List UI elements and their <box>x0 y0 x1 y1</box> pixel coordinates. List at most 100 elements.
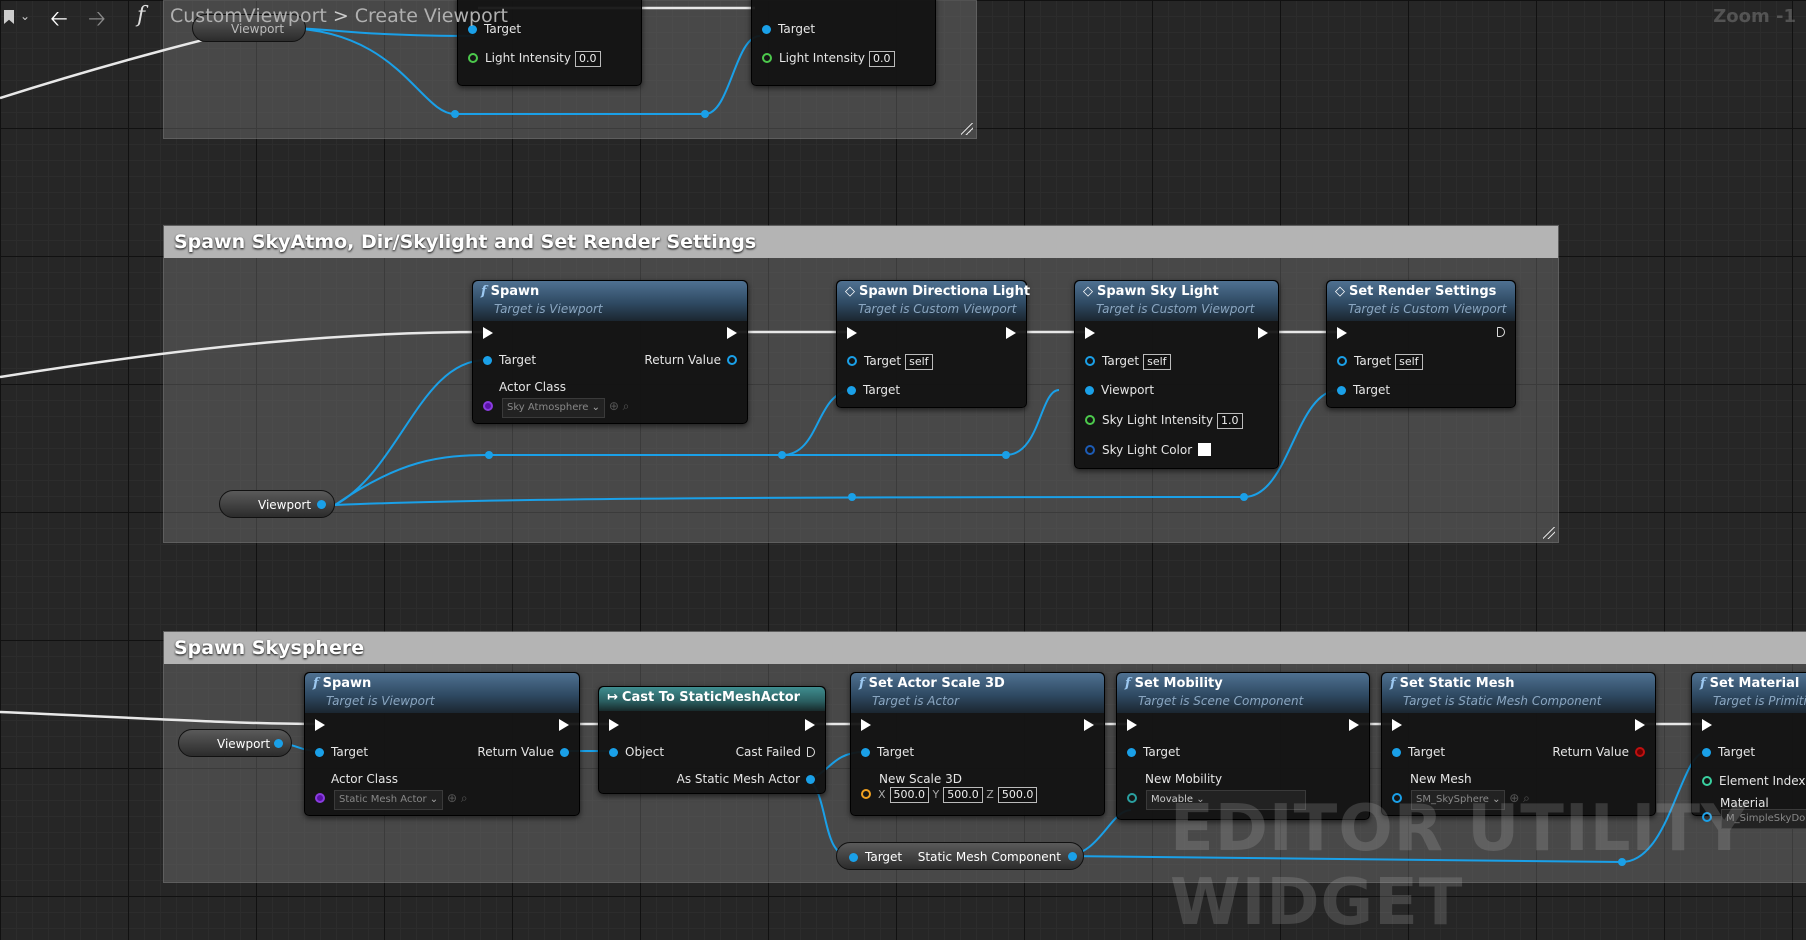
exec-out-icon[interactable] <box>1258 327 1268 339</box>
exec-in-icon[interactable] <box>1392 719 1402 731</box>
exec-in-icon[interactable] <box>1127 719 1137 731</box>
actor-class-dropdown[interactable]: Static Mesh Actor <box>334 790 444 810</box>
pin-target[interactable]: Target <box>847 382 900 398</box>
browse-icon[interactable]: ⊕ ⌕ <box>447 791 468 805</box>
node-get-static-mesh-component[interactable]: Target Static Mesh Component <box>836 842 1084 870</box>
pin-target[interactable]: Target <box>1127 744 1180 760</box>
pin-dot-icon <box>847 386 856 395</box>
pin-viewport[interactable]: Viewport <box>1085 382 1154 398</box>
bookmark-icon[interactable] <box>4 10 14 24</box>
node-spawn-static-mesh-actor[interactable]: f Spawn Target is Viewport Target Return … <box>304 672 580 816</box>
pin-target-self[interactable]: Target self <box>1085 353 1171 370</box>
pin-target[interactable]: Target <box>1392 744 1445 760</box>
pin-return-value[interactable]: Return Value <box>1552 744 1645 760</box>
exec-out-icon[interactable] <box>727 327 737 339</box>
chevron-down-icon[interactable]: ⌄ <box>20 9 30 23</box>
pin-dot-icon <box>1085 386 1094 395</box>
pin-light-intensity[interactable]: Light Intensity 0.0 <box>762 50 895 67</box>
pin-return-value[interactable]: Return Value <box>644 352 737 368</box>
pin-target[interactable]: Target <box>861 744 914 760</box>
node-set-actor-scale-3d[interactable]: f Set Actor Scale 3D Target is Actor Targ… <box>850 672 1105 816</box>
pin-element-index[interactable]: Element Index <box>1702 773 1806 789</box>
arrow-left-icon[interactable]: 🡠 <box>50 2 68 40</box>
pin-target[interactable]: Target <box>1702 744 1755 760</box>
event-diamond-icon: ◇ <box>845 284 855 299</box>
pin-dot-icon <box>560 748 569 757</box>
pin-sky-light-intensity[interactable]: Sky Light Intensity 1.0 <box>1085 412 1243 429</box>
exec-out-icon[interactable] <box>805 719 815 731</box>
pin-target[interactable]: Target <box>483 352 536 368</box>
node-header: ◇ Spawn Sky Light Target is Custom Viewpo… <box>1075 281 1278 321</box>
exec-in-icon[interactable] <box>483 327 493 339</box>
exec-out-icon[interactable] <box>1497 327 1505 337</box>
viewport-variable[interactable]: Viewport <box>178 729 292 757</box>
exec-out-icon[interactable] <box>1006 327 1016 339</box>
viewport-variable[interactable]: Viewport <box>219 490 335 518</box>
node-title: Set Static Mesh <box>1399 676 1515 691</box>
node-spawn-sky-light[interactable]: ◇ Spawn Sky Light Target is Custom Viewpo… <box>1074 280 1279 469</box>
self-input[interactable]: self <box>1395 354 1423 370</box>
light-intensity-input[interactable]: 0.0 <box>575 51 601 67</box>
pin-label: Static Mesh Component <box>917 850 1061 864</box>
function-icon: f <box>1390 676 1396 691</box>
node-header: f Spawn Target is Viewport <box>305 673 579 713</box>
editor-utility-widget-watermark: EDITOR UTILITY WIDGET <box>1170 792 1749 940</box>
pin-target[interactable]: Target <box>315 744 368 760</box>
node-set-render-settings[interactable]: ◇ Set Render Settings Target is Custom Vi… <box>1326 280 1516 408</box>
self-input[interactable]: self <box>1143 354 1171 370</box>
node-title: Spawn <box>322 676 372 691</box>
pin-dot-icon <box>1337 386 1346 395</box>
node-title: Spawn Directiona Light <box>859 284 1031 299</box>
pin-target-self[interactable]: Target self <box>847 353 933 370</box>
pin-object[interactable]: Object <box>609 744 664 760</box>
exec-out-icon[interactable] <box>1349 719 1359 731</box>
exec-out-icon[interactable] <box>559 719 569 731</box>
scale-y-input[interactable]: 500.0 <box>943 787 983 803</box>
pin-dot-icon <box>1337 356 1347 366</box>
color-swatch[interactable] <box>1198 443 1212 456</box>
pin-actor-class[interactable]: Sky Atmosphere ⊕ ⌕ <box>483 398 629 418</box>
exec-in-icon[interactable] <box>609 719 619 731</box>
pin-label: Target <box>1353 383 1391 397</box>
pin-dot-icon <box>806 775 815 784</box>
exec-in-icon[interactable] <box>1702 719 1712 731</box>
pin-sky-light-color[interactable]: Sky Light Color <box>1085 442 1212 458</box>
exec-out-icon <box>807 747 815 757</box>
arrow-right-icon[interactable]: 🡢 <box>88 2 106 40</box>
pin-new-scale-label: New Scale 3D <box>879 771 962 787</box>
pin-new-scale[interactable]: X 500.0 Y 500.0 Z 500.0 <box>861 787 1038 803</box>
node-header: ◇ Spawn Directiona Light Target is Custom… <box>837 281 1030 321</box>
breadcrumb-root[interactable]: CustomViewport <box>170 5 327 27</box>
scale-z-input[interactable]: 500.0 <box>997 787 1038 803</box>
exec-in-icon[interactable] <box>1337 327 1347 339</box>
pin-label: Target <box>1102 354 1140 368</box>
exec-in-icon[interactable] <box>315 719 325 731</box>
exec-in-icon[interactable] <box>861 719 871 731</box>
node-spawn-sky-atmosphere[interactable]: f Spawn Target is Viewport Target Return … <box>472 280 748 424</box>
pin-return-value[interactable]: Return Value <box>477 744 569 760</box>
pin-label: Target <box>863 383 901 397</box>
exec-in-icon[interactable] <box>1085 327 1095 339</box>
function-icon: f <box>1125 676 1131 691</box>
light-intensity-input[interactable]: 0.0 <box>869 51 895 67</box>
actor-class-dropdown[interactable]: Sky Atmosphere <box>502 398 605 418</box>
pin-light-intensity[interactable]: Light Intensity 0.0 <box>468 50 601 67</box>
pin-target[interactable]: Target <box>1337 382 1390 398</box>
breadcrumb-current: Create Viewport <box>354 5 508 27</box>
exec-out-icon[interactable] <box>1084 719 1094 731</box>
pin-actor-class[interactable]: Static Mesh Actor ⊕ ⌕ <box>315 790 468 810</box>
pin-as-static-mesh-actor[interactable]: As Static Mesh Actor <box>677 771 815 787</box>
pin-cast-failed[interactable]: Cast Failed <box>736 744 815 760</box>
intensity-input[interactable]: 1.0 <box>1217 413 1243 429</box>
node-cast-to-static-mesh-actor[interactable]: ↦ Cast To StaticMeshActor Object Cast Fai… <box>598 686 826 794</box>
node-subtitle: Target is Scene Component <box>1138 694 1304 708</box>
node-spawn-directional-light[interactable]: ◇ Spawn Directiona Light Target is Custom… <box>836 280 1030 408</box>
pin-target-self[interactable]: Target self <box>1337 353 1423 370</box>
exec-in-icon[interactable] <box>847 327 857 339</box>
exec-out-icon[interactable] <box>1635 719 1645 731</box>
browse-icon[interactable]: ⊕ ⌕ <box>609 399 630 413</box>
self-input[interactable]: self <box>905 354 933 370</box>
scale-x-input[interactable]: 500.0 <box>889 787 930 803</box>
pin-dot-icon <box>1702 776 1712 786</box>
node-header: f Set Static Mesh Target is Static Mesh C… <box>1382 673 1655 713</box>
